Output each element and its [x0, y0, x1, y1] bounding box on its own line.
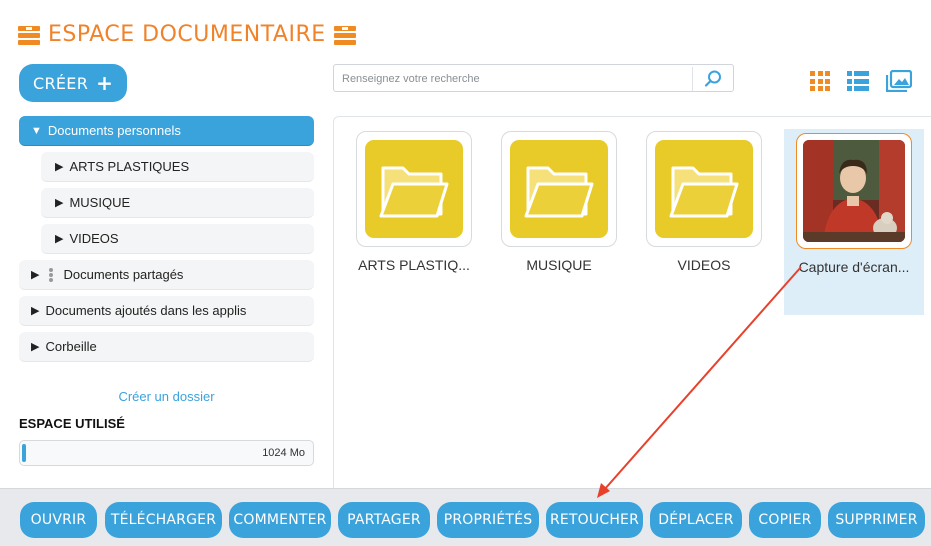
download-button[interactable]: TÉLÉCHARGER: [105, 502, 222, 538]
plus-icon: +: [96, 71, 114, 95]
tile-label: Capture d'écran...: [798, 259, 910, 275]
folder-icon: [655, 140, 753, 238]
copy-button[interactable]: COPIER: [749, 502, 821, 538]
file-grid: ARTS PLASTIQ... MUSIQUE VIDEOS Capture d…: [333, 116, 931, 488]
storage-value: 1024 Mo: [262, 447, 305, 459]
page-title: ESPACE DOCUMENTAIRE: [48, 22, 326, 47]
folder-thumbnail: [356, 131, 472, 247]
painting-thumbnail: [803, 140, 905, 242]
folder-icon: [510, 140, 608, 238]
tree-item-label: ARTS PLASTIQUES: [69, 159, 190, 174]
tree-item-label: Corbeille: [45, 339, 97, 354]
triangle-right-icon: ▶: [55, 197, 64, 209]
triangle-right-icon: ▶: [31, 305, 40, 317]
tree-item-label: VIDEOS: [69, 231, 119, 246]
tile-label: ARTS PLASTIQ...: [358, 257, 470, 273]
search-icon[interactable]: [703, 69, 723, 89]
delete-button[interactable]: SUPPRIMER: [828, 502, 925, 538]
create-folder-link[interactable]: Créer un dossier: [19, 389, 314, 404]
tree-item-label: MUSIQUE: [69, 195, 131, 210]
search-input[interactable]: [342, 69, 692, 89]
storage-bar-fill: [22, 444, 26, 462]
tree-item-documents-partages[interactable]: ▶ Documents partagés: [19, 260, 314, 290]
action-toolbar: OUVRIR TÉLÉCHARGER COMMENTER PARTAGER PR…: [0, 488, 931, 546]
tree-item-documents-applis[interactable]: ▶ Documents ajoutés dans les applis: [19, 296, 314, 326]
retouch-button[interactable]: RETOUCHER: [546, 502, 643, 538]
tree-item-corbeille[interactable]: ▶ Corbeille: [19, 332, 314, 362]
search-bar: [333, 64, 734, 92]
folder-tile-arts-plastiques[interactable]: ARTS PLASTIQ...: [349, 131, 479, 273]
tree-item-musique[interactable]: ▶ MUSIQUE: [41, 188, 314, 218]
folder-tile-musique[interactable]: MUSIQUE: [494, 131, 624, 273]
archive-box-icon: [333, 25, 356, 45]
open-button[interactable]: OUVRIR: [20, 502, 97, 538]
share-button[interactable]: PARTAGER: [338, 502, 430, 538]
tile-label: VIDEOS: [677, 257, 731, 273]
image-tile-capture[interactable]: Capture d'écran...: [784, 129, 924, 315]
triangle-right-icon: ▶: [55, 233, 64, 245]
list-view-icon[interactable]: [847, 71, 869, 91]
comment-button[interactable]: COMMENTER: [229, 502, 331, 538]
folder-thumbnail: [501, 131, 617, 247]
folder-thumbnail: [646, 131, 762, 247]
grid-view-icon[interactable]: [810, 71, 830, 91]
folder-tile-videos[interactable]: VIDEOS: [639, 131, 769, 273]
tree-item-label: Documents partagés: [63, 267, 184, 282]
tree-item-arts-plastiques[interactable]: ▶ ARTS PLASTIQUES: [41, 152, 314, 182]
view-mode-switcher: [810, 70, 912, 92]
tile-label: MUSIQUE: [526, 257, 592, 273]
app-header: ESPACE DOCUMENTAIRE: [18, 22, 356, 47]
move-button[interactable]: DÉPLACER: [650, 502, 742, 538]
search-divider: [692, 67, 693, 91]
documents-app: ESPACE DOCUMENTAIRE CRÉER + Renseignez v…: [0, 0, 931, 546]
triangle-right-icon: ▶: [31, 341, 40, 353]
share-icon: [47, 267, 55, 282]
triangle-right-icon: ▶: [55, 161, 64, 173]
tree-item-label: Documents ajoutés dans les applis: [45, 303, 247, 318]
triangle-down-icon: ▼: [31, 124, 42, 137]
create-button-label: CRÉER: [33, 73, 89, 93]
image-thumbnail: [796, 133, 912, 249]
triangle-right-icon: ▶: [31, 269, 40, 281]
tree-item-videos[interactable]: ▶ VIDEOS: [41, 224, 314, 254]
storage-heading: ESPACE UTILISÉ: [19, 416, 125, 431]
tree-item-label: Documents personnels: [47, 123, 181, 138]
properties-button[interactable]: PROPRIÉTÉS: [437, 502, 539, 538]
folder-tree: ▼ Documents personnels ▶ ARTS PLASTIQUES…: [19, 116, 314, 368]
create-button[interactable]: CRÉER +: [19, 64, 127, 102]
archive-box-icon: [18, 25, 40, 45]
storage-bar: 1024 Mo: [19, 440, 314, 466]
tree-item-documents-personnels[interactable]: ▼ Documents personnels: [19, 116, 314, 146]
image-view-icon[interactable]: [886, 70, 912, 92]
folder-icon: [365, 140, 463, 238]
